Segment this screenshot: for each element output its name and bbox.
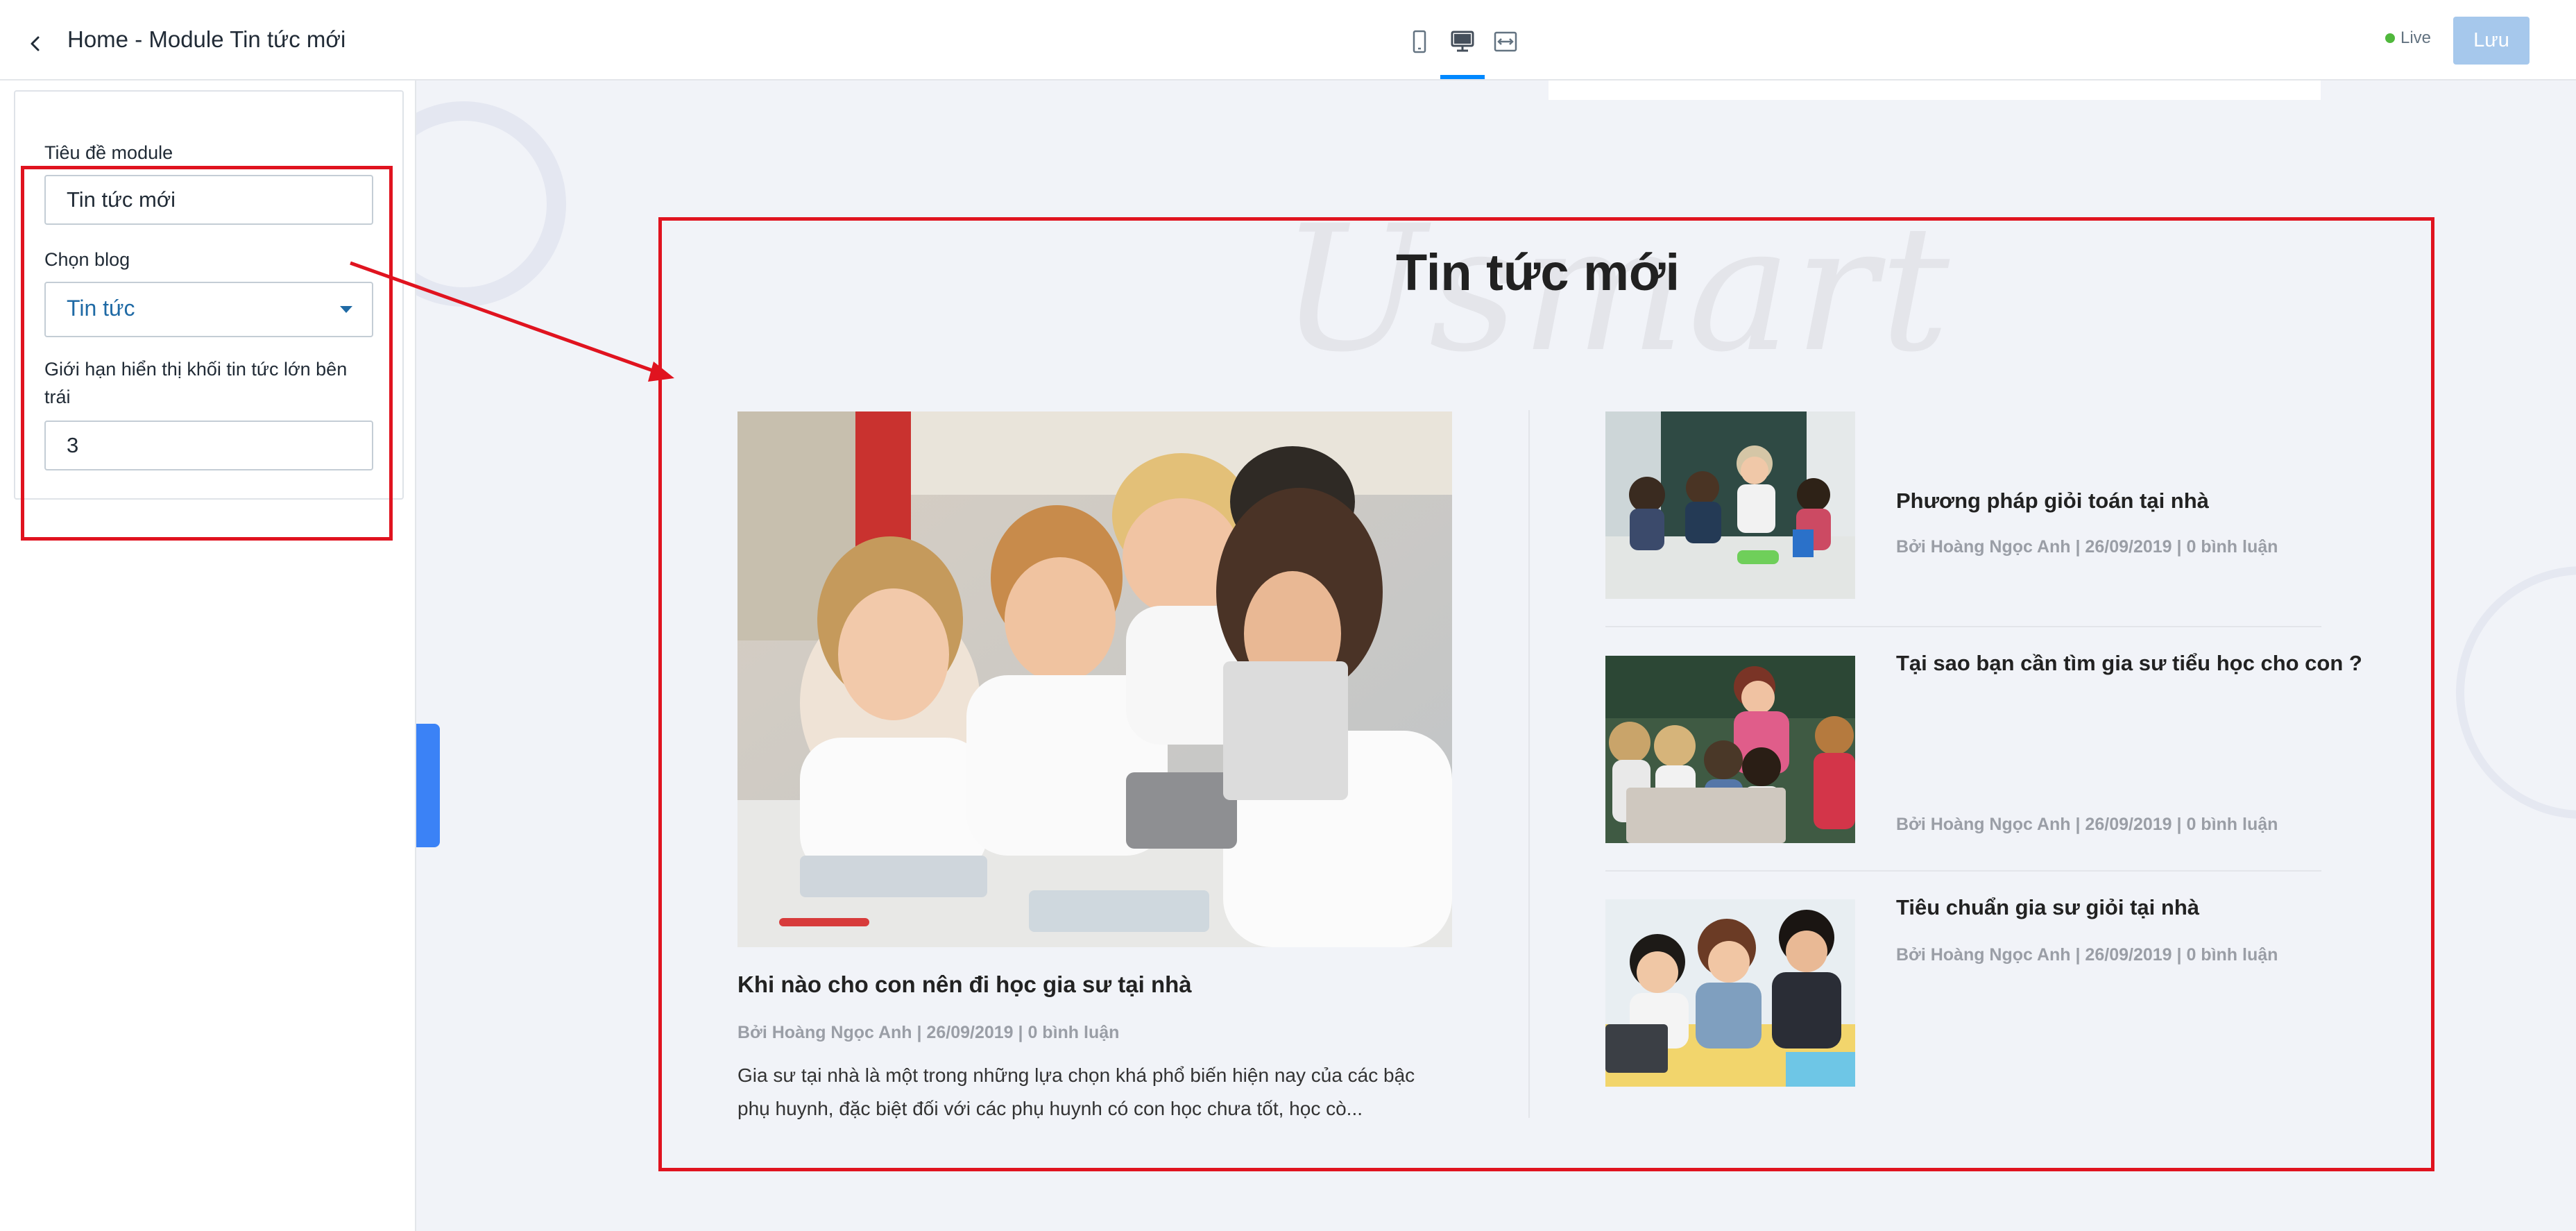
- annotation-arrow-icon: [350, 261, 674, 382]
